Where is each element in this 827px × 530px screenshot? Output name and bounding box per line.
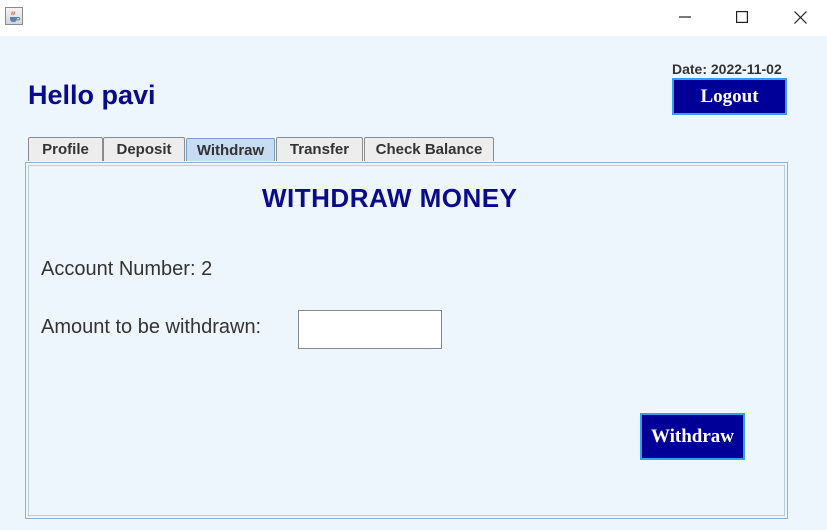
tab-deposit[interactable]: Deposit	[103, 137, 185, 161]
greeting-label: Hello pavi	[28, 80, 156, 110]
tab-transfer[interactable]: Transfer	[276, 137, 363, 161]
amount-input[interactable]	[298, 310, 442, 349]
tab-withdraw[interactable]: Withdraw	[186, 138, 275, 161]
panel-title: WITHDRAW MONEY	[262, 183, 518, 213]
main-content: Hello pavi Date: 2022-11-02 Logout Profi…	[0, 36, 827, 530]
logout-button[interactable]: Logout	[672, 78, 787, 115]
withdraw-button[interactable]: Withdraw	[640, 413, 745, 460]
close-button[interactable]	[771, 0, 827, 34]
withdraw-panel: WITHDRAW MONEY Account Number: 2 Amount …	[25, 162, 788, 519]
window-title-bar	[0, 0, 827, 36]
maximize-button[interactable]	[713, 0, 771, 34]
tab-check-balance[interactable]: Check Balance	[364, 137, 494, 161]
close-icon	[793, 10, 807, 24]
tab-profile[interactable]: Profile	[28, 137, 103, 161]
account-number-label: Account Number: 2	[41, 258, 213, 280]
maximize-icon	[736, 11, 748, 23]
amount-label: Amount to be withdrawn:	[41, 316, 262, 338]
minimize-button[interactable]	[656, 0, 714, 34]
java-coffee-icon	[5, 7, 23, 25]
date-label: Date: 2022-11-02	[672, 61, 782, 77]
minimize-icon	[679, 16, 691, 18]
